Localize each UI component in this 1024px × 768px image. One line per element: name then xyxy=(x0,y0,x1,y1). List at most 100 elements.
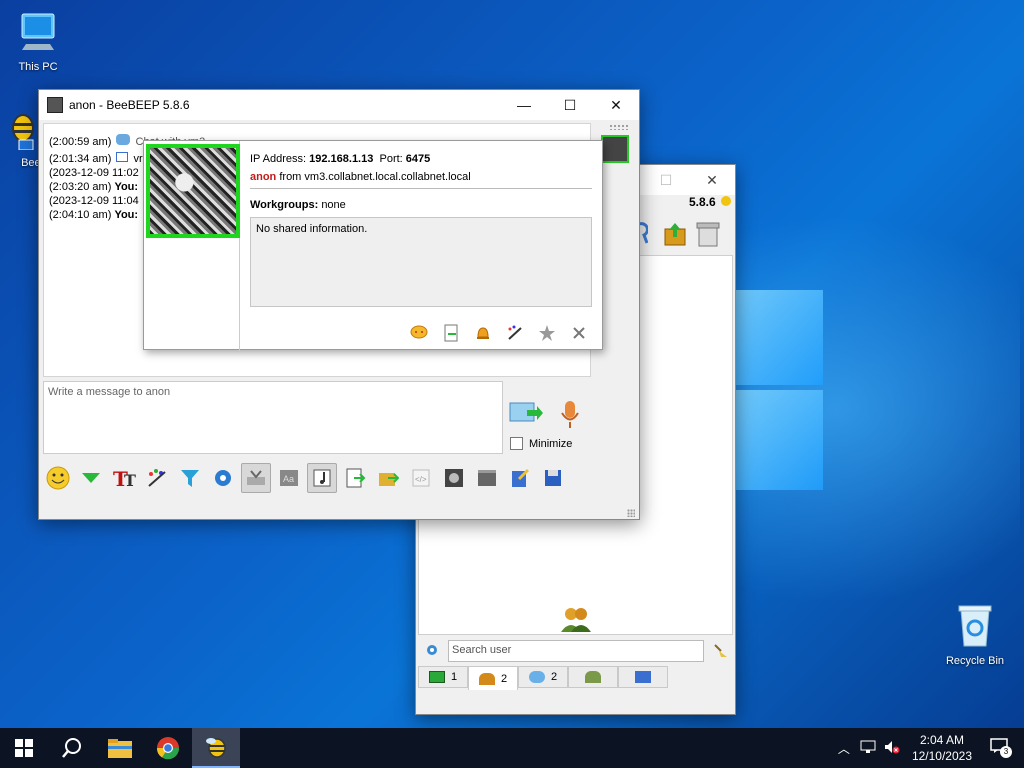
volume-muted-icon[interactable] xyxy=(884,740,900,757)
code-icon[interactable]: </> xyxy=(406,463,436,493)
clock-time: 2:04 AM xyxy=(919,733,964,747)
grip-handle[interactable] xyxy=(609,124,629,130)
host-line: anon from vm3.collabnet.local.collabnet.… xyxy=(250,171,471,183)
workgroups-label: Workgroups: xyxy=(250,199,319,211)
desktop-icon-this-pc[interactable]: This PC xyxy=(6,10,70,73)
send-folder-icon[interactable] xyxy=(373,463,403,493)
notifications-button[interactable]: 3 xyxy=(990,738,1012,758)
window-icon xyxy=(116,152,129,162)
remove-user-icon[interactable] xyxy=(568,322,590,344)
music-note-icon[interactable] xyxy=(307,463,337,493)
spellcheck-icon[interactable]: Aa xyxy=(274,463,304,493)
host-text: from vm3.collabnet.local.collabnet.local xyxy=(279,171,471,183)
clock[interactable]: 2:04 AM 12/10/2023 xyxy=(912,732,972,764)
avatar-app-icon xyxy=(47,97,63,113)
taskbar-file-explorer[interactable] xyxy=(96,728,144,768)
windows-icon xyxy=(15,739,33,757)
chat-bubble-icon xyxy=(116,134,131,145)
tab-users[interactable]: 2 xyxy=(468,666,518,690)
desktop-icon-label: This PC xyxy=(18,61,58,73)
font-icon[interactable]: TT xyxy=(109,463,139,493)
title-bar: anon - BeeBEEP 5.8.6 — ☐ ✕ xyxy=(39,90,639,120)
user-avatar xyxy=(146,144,240,238)
shared-info-text: No shared information. xyxy=(256,223,368,235)
bell-icon[interactable] xyxy=(472,322,494,344)
windows-logo-wallpaper xyxy=(735,290,825,495)
minimize-window-button[interactable]: — xyxy=(501,90,547,120)
ip-label: IP Address: xyxy=(250,153,307,165)
network-icon[interactable] xyxy=(860,740,876,757)
save-chat-icon[interactable] xyxy=(538,463,568,493)
minimize-option[interactable]: Minimize xyxy=(510,437,572,450)
dock-toggle-icon[interactable] xyxy=(241,463,271,493)
tab-files[interactable] xyxy=(618,666,668,688)
tab-chats[interactable]: 1 xyxy=(418,666,468,688)
user-info-popup: IP Address: 192.168.1.13 Port: 6475 anon… xyxy=(143,140,603,351)
message-line: (2:04:10 am) You: xyxy=(49,209,139,221)
chrome-icon xyxy=(156,737,180,760)
emoticon-icon[interactable] xyxy=(43,463,73,493)
clear-broom-icon[interactable] xyxy=(712,642,728,661)
close-button[interactable]: ✕ xyxy=(689,165,735,195)
start-button[interactable] xyxy=(0,728,48,768)
bee-icon xyxy=(206,738,226,758)
message-line: (2:01:34 am) vr xyxy=(49,152,143,165)
upload-icon[interactable] xyxy=(662,221,688,250)
ip-value: 192.168.1.13 xyxy=(309,153,374,165)
screenshot-camera-icon[interactable] xyxy=(439,463,469,493)
tab-groups[interactable]: 2 xyxy=(518,666,568,688)
color-pen-icon[interactable] xyxy=(504,322,526,344)
send-file-icon[interactable] xyxy=(340,463,370,493)
port-label: Port: xyxy=(379,153,403,165)
close-button[interactable]: ✕ xyxy=(593,90,639,120)
send-file-icon[interactable] xyxy=(440,322,462,344)
participant-avatar[interactable] xyxy=(601,135,629,163)
collapse-icon[interactable] xyxy=(76,463,106,493)
taskbar: ︿ 2:04 AM 12/10/2023 3 xyxy=(0,728,1024,768)
version-text: 5.8.6 xyxy=(688,195,716,209)
workgroups-value: none xyxy=(321,199,346,211)
chat-icon[interactable] xyxy=(408,322,430,344)
edit-note-icon[interactable] xyxy=(505,463,535,493)
chat-toolbar: TT Aa </> xyxy=(43,460,568,496)
tab-count: 2 xyxy=(500,672,508,685)
search-user-input[interactable]: Search user xyxy=(448,640,704,662)
bee-small-icon xyxy=(721,196,731,206)
tab-workgroups[interactable] xyxy=(568,666,618,688)
user-nickname: anon xyxy=(250,171,277,183)
svg-text:Aa: Aa xyxy=(283,474,294,484)
resize-grip[interactable] xyxy=(627,509,635,517)
ip-port-line: IP Address: 192.168.1.13 Port: 6475 xyxy=(250,153,430,165)
popup-actions xyxy=(408,322,590,344)
window-capture-icon[interactable] xyxy=(472,463,502,493)
send-message-icon[interactable] xyxy=(509,400,543,429)
minimize-label: Minimize xyxy=(529,437,573,450)
taskbar-beebeep[interactable] xyxy=(192,728,240,768)
microphone-icon[interactable] xyxy=(559,400,581,433)
window-title: anon - BeeBEEP 5.8.6 xyxy=(69,98,190,112)
message-compose-input[interactable]: Write a message to anon xyxy=(43,381,503,454)
taskbar-chrome[interactable] xyxy=(144,728,192,768)
gear-icon[interactable] xyxy=(424,642,440,661)
users-icon xyxy=(478,672,495,685)
settings-gear-icon[interactable] xyxy=(208,463,238,493)
search-icon xyxy=(62,738,81,758)
notification-badge: 3 xyxy=(1000,746,1012,758)
clock-date: 12/10/2023 xyxy=(911,749,972,763)
chevron-up-icon[interactable]: ︿ xyxy=(838,740,850,757)
taskbar-search-button[interactable] xyxy=(48,728,96,768)
users-group-icon xyxy=(561,606,591,635)
star-icon[interactable] xyxy=(536,322,558,344)
filter-icon[interactable] xyxy=(175,463,205,493)
recycle-bin-icon xyxy=(942,602,1008,651)
port-value: 6475 xyxy=(405,153,431,165)
maximize-button[interactable]: ☐ xyxy=(547,90,593,120)
message-line: (2023-12-09 11:04 xyxy=(49,195,139,207)
trash-icon[interactable] xyxy=(696,221,720,250)
minimize-checkbox[interactable] xyxy=(510,437,523,450)
svg-text:T: T xyxy=(124,471,136,490)
desktop-icon-recycle-bin[interactable]: Recycle Bin xyxy=(942,602,1008,667)
message-line: (2023-12-09 11:02 xyxy=(49,167,139,179)
color-palette-icon[interactable] xyxy=(142,463,172,493)
maximize-button[interactable]: ☐ xyxy=(643,165,689,195)
